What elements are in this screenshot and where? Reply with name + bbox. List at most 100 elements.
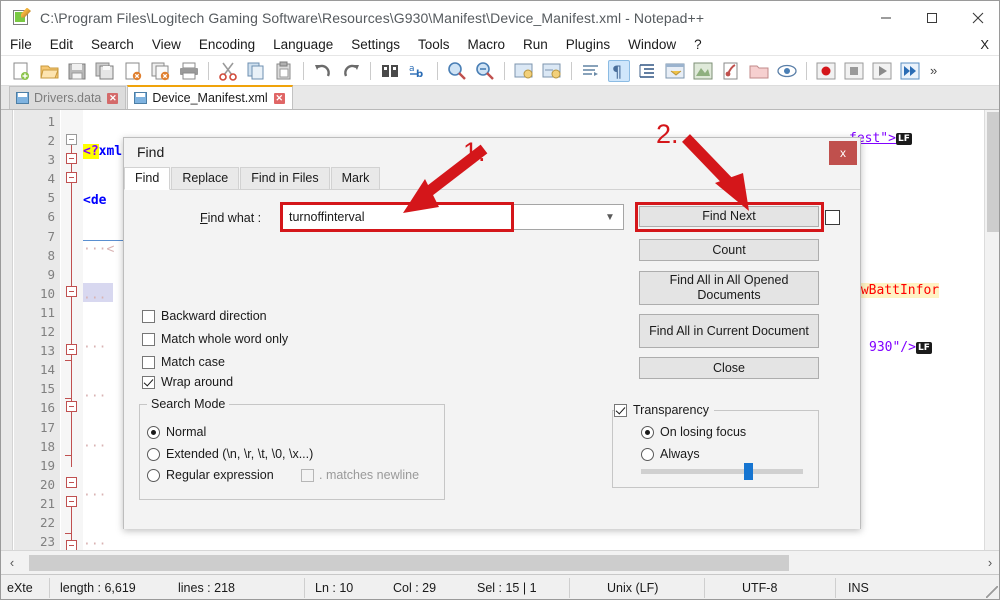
checkbox-icon[interactable] (142, 376, 155, 389)
open-file-icon[interactable] (38, 60, 60, 82)
zoom-out-icon[interactable] (474, 60, 496, 82)
maximize-button[interactable] (909, 1, 955, 34)
checkbox-icon[interactable] (142, 310, 155, 323)
copy-icon[interactable] (245, 60, 267, 82)
fold-toggle[interactable] (66, 172, 77, 183)
tab-close-icon[interactable]: ✕ (107, 93, 118, 104)
minimize-button[interactable] (863, 1, 909, 34)
menu-file[interactable]: File (1, 34, 41, 56)
horizontal-scrollbar-thumb[interactable] (29, 555, 789, 571)
scroll-left-arrow-icon[interactable]: ‹ (1, 552, 23, 574)
menu-view[interactable]: View (143, 34, 190, 56)
fold-toggle[interactable] (66, 153, 77, 164)
checkbox-icon[interactable] (301, 469, 314, 482)
fold-toggle[interactable] (66, 134, 77, 145)
tab-close-icon[interactable]: ✕ (274, 93, 285, 104)
cut-icon[interactable] (217, 60, 239, 82)
tab-find-in-files[interactable]: Find in Files (240, 167, 329, 189)
radio-regular-expression[interactable]: Regular expression (147, 468, 274, 482)
horizontal-scrollbar[interactable]: ‹ › (1, 550, 1000, 574)
menu-edit[interactable]: Edit (41, 34, 82, 56)
radio-icon[interactable] (147, 426, 160, 439)
user-defined-dialog-icon[interactable] (664, 60, 686, 82)
vertical-scrollbar[interactable] (984, 110, 1000, 550)
menu-run[interactable]: Run (514, 34, 557, 56)
new-file-icon[interactable] (10, 60, 32, 82)
chevron-down-icon[interactable]: ▼ (597, 205, 623, 229)
find-dialog-close-button[interactable]: x (829, 141, 857, 165)
keep-dialog-open-checkbox[interactable] (825, 210, 840, 225)
fold-toggle[interactable] (66, 344, 77, 355)
resize-grip-icon[interactable] (986, 586, 998, 598)
checkbox-match-whole-word-only[interactable]: Match whole word only (142, 332, 288, 346)
toolbar-overflow-button[interactable]: » (930, 63, 937, 78)
menu-search[interactable]: Search (82, 34, 143, 56)
menu-language[interactable]: Language (264, 34, 342, 56)
close-button[interactable]: Close (639, 357, 819, 379)
radio-extended[interactable]: Extended (\n, \r, \t, \0, \x...) (147, 447, 313, 461)
menu-macro[interactable]: Macro (459, 34, 515, 56)
close-document-button[interactable]: X (980, 37, 989, 52)
horizontal-scrollbar-track[interactable] (23, 555, 979, 571)
close-all-icon[interactable] (150, 60, 172, 82)
fold-toggle[interactable] (66, 496, 77, 507)
save-icon[interactable] (66, 60, 88, 82)
redo-icon[interactable] (340, 60, 362, 82)
find-what-input[interactable]: turnoffinterval (283, 210, 597, 224)
show-all-characters-icon[interactable]: ¶ (608, 60, 630, 82)
fold-toggle[interactable] (66, 401, 77, 412)
paste-icon[interactable] (273, 60, 295, 82)
document-monitor-icon[interactable] (776, 60, 798, 82)
sync-vertical-scroll-icon[interactable] (513, 60, 535, 82)
vertical-scrollbar-thumb[interactable] (987, 112, 1000, 232)
menu-tools[interactable]: Tools (409, 34, 459, 56)
find-all-in-all-opened-documents-button[interactable]: Find All in All Opened Documents (639, 271, 819, 305)
record-macro-icon[interactable] (815, 60, 837, 82)
close-file-icon[interactable] (122, 60, 144, 82)
checkbox-wrap-around[interactable]: Wrap around (142, 375, 233, 389)
menu-encoding[interactable]: Encoding (190, 34, 264, 56)
fast-play-macro-icon[interactable] (899, 60, 921, 82)
radio-icon[interactable] (147, 448, 160, 461)
close-button[interactable] (955, 1, 1000, 34)
checkbox-matches-newline[interactable]: . matches newline (301, 468, 419, 482)
tab-mark[interactable]: Mark (331, 167, 381, 189)
zoom-in-icon[interactable] (446, 60, 468, 82)
radio-icon[interactable] (641, 426, 654, 439)
word-wrap-icon[interactable] (580, 60, 602, 82)
bookmark-margin[interactable] (1, 110, 13, 550)
menu-plugins[interactable]: Plugins (557, 34, 619, 56)
tab-replace[interactable]: Replace (171, 167, 239, 189)
tab-drivers-data[interactable]: Drivers.data ✕ (9, 86, 126, 109)
fold-toggle[interactable] (66, 540, 77, 550)
code-folding-margin[interactable] (61, 110, 83, 550)
menu-window[interactable]: Window (619, 34, 685, 56)
count-button[interactable]: Count (639, 239, 819, 261)
find-what-combobox[interactable]: turnoffinterval ▼ (282, 204, 624, 230)
play-macro-icon[interactable] (871, 60, 893, 82)
scroll-right-arrow-icon[interactable]: › (979, 552, 1000, 574)
print-icon[interactable] (178, 60, 200, 82)
sync-horizontal-scroll-icon[interactable] (541, 60, 563, 82)
stop-macro-icon[interactable] (843, 60, 865, 82)
show-folder-panel-icon[interactable] (748, 60, 770, 82)
undo-icon[interactable] (312, 60, 334, 82)
fold-toggle[interactable] (66, 477, 77, 488)
replace-icon[interactable]: ab (407, 60, 429, 82)
find-next-button[interactable]: Find Next (639, 206, 819, 227)
fold-toggle[interactable] (66, 286, 77, 297)
radio-icon[interactable] (147, 469, 160, 482)
find-icon[interactable] (379, 60, 401, 82)
radio-on-losing-focus[interactable]: On losing focus (641, 425, 746, 439)
checkbox-backward-direction[interactable]: Backward direction (142, 309, 267, 323)
show-function-list-icon[interactable] (720, 60, 742, 82)
save-all-icon[interactable] (94, 60, 116, 82)
tab-find[interactable]: Find (124, 167, 170, 190)
checkbox-icon[interactable] (614, 404, 627, 417)
checkbox-transparency[interactable]: Transparency (614, 403, 714, 417)
menu-settings[interactable]: Settings (342, 34, 409, 56)
show-doc-map-icon[interactable] (692, 60, 714, 82)
transparency-slider-thumb[interactable] (744, 463, 753, 480)
checkbox-match-case[interactable]: Match case (142, 355, 225, 369)
radio-always[interactable]: Always (641, 447, 700, 461)
